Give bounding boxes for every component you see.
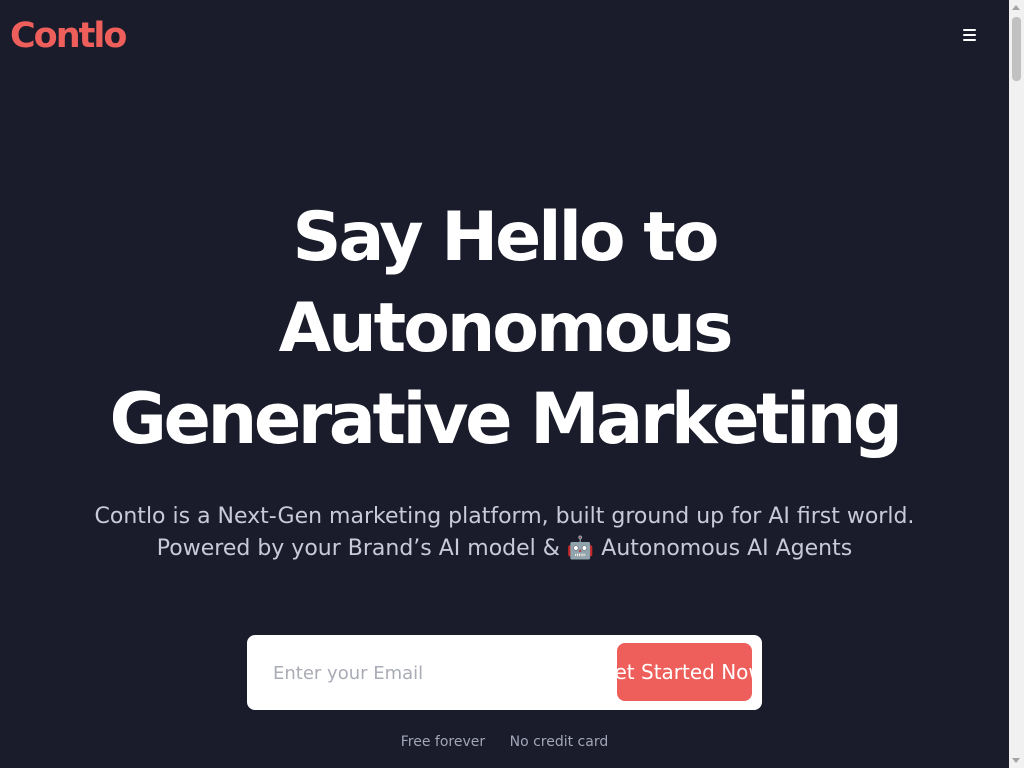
- hamburger-menu-icon[interactable]: [960, 27, 980, 45]
- scroll-up-arrow-icon[interactable]: [1012, 5, 1020, 10]
- signup-notes: Free forever No credit card: [0, 731, 1009, 753]
- headline-line-2: Autonomous: [278, 289, 734, 368]
- headline-line-3: Generative Marketing: [109, 378, 903, 460]
- signup-form: Get Started Now: [247, 635, 762, 710]
- get-started-button[interactable]: Get Started Now: [617, 643, 752, 701]
- subtitle-line-1: Contlo is a Next-Gen marketing platform,…: [94, 504, 915, 529]
- headline-line-1: Say Hello to: [292, 198, 719, 277]
- vertical-scrollbar[interactable]: [1009, 0, 1024, 768]
- email-input[interactable]: [273, 653, 603, 693]
- hero-subtitle: Contlo is a Next-Gen marketing platform,…: [0, 501, 1009, 565]
- scrollbar-thumb[interactable]: [1012, 17, 1021, 81]
- contlo-logo[interactable]: Contlo: [10, 14, 127, 58]
- page: Contlo Say Hello to Autonomous Generativ…: [0, 0, 1009, 768]
- hero-headline: Say Hello to Autonomous Generative Marke…: [0, 192, 1009, 465]
- free-forever-note: Free forever: [400, 734, 486, 750]
- get-started-label: Get Started Now: [617, 660, 752, 684]
- scroll-down-arrow-icon[interactable]: [1012, 758, 1020, 763]
- subtitle-line-2: Powered by your Brand’s AI model & 🤖 Aut…: [156, 536, 853, 561]
- no-credit-card-note: No credit card: [509, 734, 609, 750]
